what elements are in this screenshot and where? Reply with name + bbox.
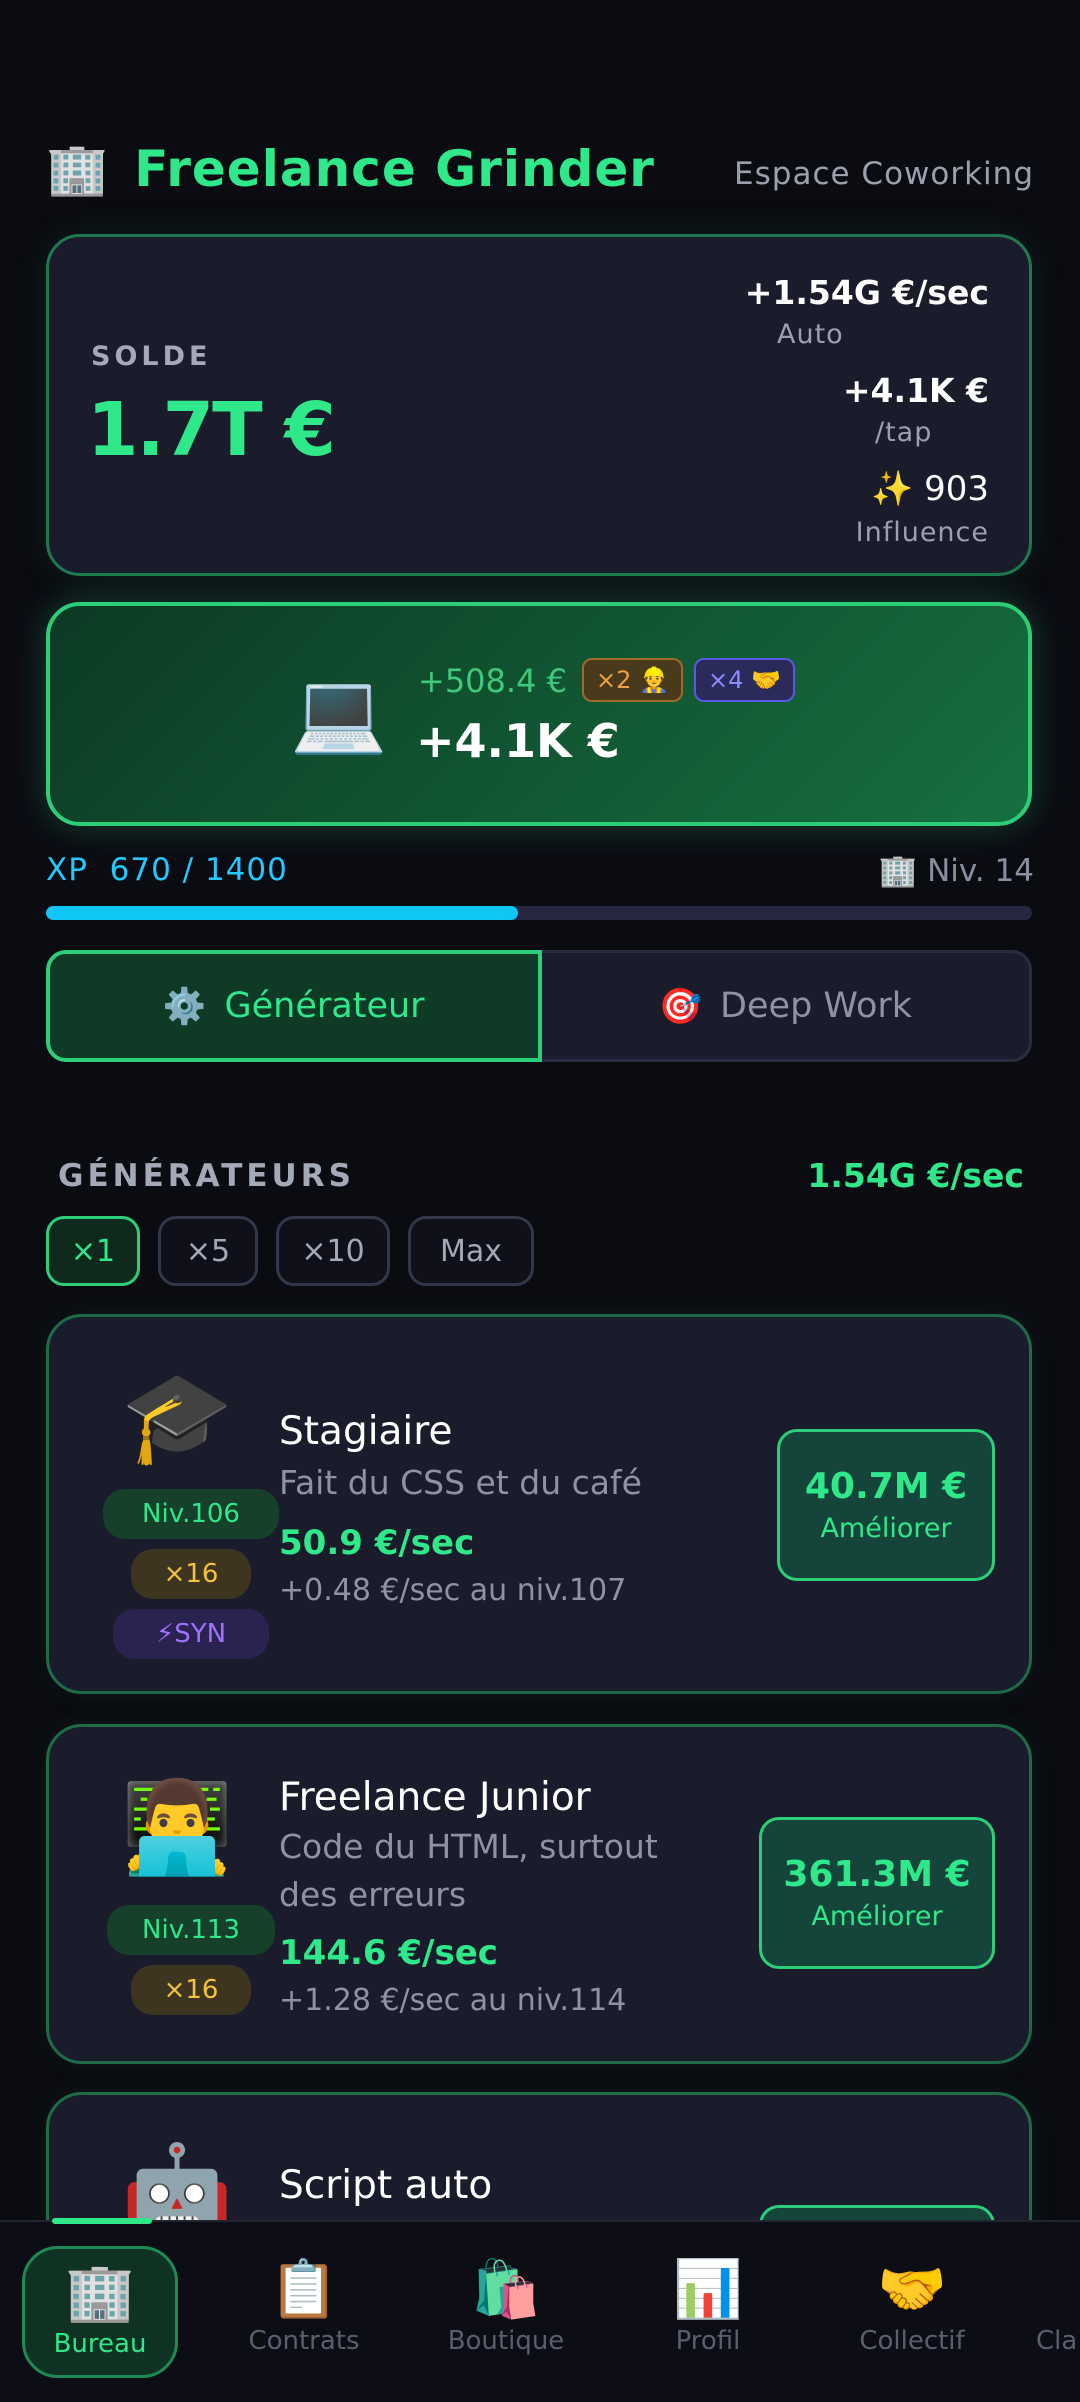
app-title: Freelance Grinder: [134, 140, 655, 198]
app-header: 🏢 Freelance Grinder: [46, 140, 655, 198]
worker-multiplier-badge: ×2 👷: [582, 658, 683, 702]
generator-name: Freelance Junior: [279, 1775, 591, 1820]
multiplier-x5-button[interactable]: ×5: [158, 1216, 258, 1286]
generator-next-level: +1.28 €/sec au niv.114: [279, 1983, 627, 2018]
multiplier-badge: ×16: [131, 1965, 251, 2015]
multiplier-x1-button[interactable]: ×1: [46, 1216, 140, 1286]
nav-item-boutique[interactable]: 🛍️ Boutique: [436, 2257, 576, 2357]
synergy-badge: ⚡SYN: [113, 1609, 269, 1659]
xp-progress-bar: [46, 906, 1032, 920]
clipboard-icon: 📋: [269, 2257, 339, 2322]
generator-description-line2: des erreurs: [279, 1875, 467, 1914]
tap-sub-value: +508.4 €: [418, 662, 567, 700]
nav-label: Contrats: [248, 2326, 360, 2356]
mode-toggle: ⚙️ Générateur 🎯 Deep Work: [46, 950, 1032, 1062]
gear-icon: ⚙️: [162, 986, 207, 1027]
generator-next-level: +0.48 €/sec au niv.107: [279, 1573, 627, 1608]
tab-generator[interactable]: ⚙️ Générateur: [46, 950, 542, 1062]
tap-value: +4.1K €: [416, 714, 620, 768]
tap-income-label: /tap: [875, 417, 933, 448]
balance-value: 1.7T €: [87, 387, 336, 473]
tab-generator-label: Générateur: [224, 986, 425, 1026]
nav-label: Bureau: [53, 2329, 147, 2359]
nav-item-classement[interactable]: Cla: [1036, 2326, 1080, 2356]
generator-card-stagiaire: 🎓 Niv.106 ×16 ⚡SYN Stagiaire Fait du CSS…: [46, 1314, 1032, 1694]
upgrade-price: 361.3M €: [783, 1854, 971, 1895]
technologist-icon: 👨‍💻: [121, 1775, 234, 1880]
shopping-bags-icon: 🛍️: [471, 2257, 541, 2322]
tab-deep-work-label: Deep Work: [720, 986, 913, 1026]
generator-description: Fait du CSS et du café: [279, 1463, 642, 1502]
generator-name: Stagiaire: [279, 1409, 453, 1454]
nav-label: Collectif: [859, 2326, 965, 2356]
buy-multiplier-group: ×1 ×5 ×10 Max: [46, 1216, 534, 1286]
tap-income-value: +4.1K €: [842, 371, 989, 410]
nav-item-profil[interactable]: 📊 Profil: [648, 2257, 768, 2357]
nav-label: Cla: [1036, 2326, 1078, 2356]
nav-item-contrats[interactable]: 📋 Contrats: [236, 2257, 372, 2357]
auto-income-value: +1.54G €/sec: [744, 273, 989, 312]
generators-total-rate: 1.54G €/sec: [807, 1156, 1024, 1195]
upgrade-label: Améliorer: [820, 1513, 952, 1544]
generator-production: 144.6 €/sec: [279, 1933, 498, 1973]
target-icon: 🎯: [658, 986, 703, 1027]
influence-value: ✨ 903: [870, 469, 989, 509]
upgrade-button[interactable]: 361.3M € Améliorer: [759, 1817, 995, 1969]
location-label[interactable]: Espace Coworking: [734, 156, 1034, 192]
nav-item-bureau[interactable]: 🏢 Bureau: [22, 2246, 178, 2378]
level-badge: Niv.106: [103, 1489, 279, 1539]
handshake-icon: 🤝: [877, 2257, 947, 2322]
office-building-icon: 🏢: [65, 2260, 135, 2325]
balance-card: SOLDE 1.7T € +1.54G €/sec Auto +4.1K € /…: [46, 234, 1032, 576]
graduation-cap-icon: 🎓: [121, 1365, 234, 1470]
generators-title: GÉNÉRATEURS: [58, 1158, 355, 1194]
multiplier-x10-button[interactable]: ×10: [276, 1216, 390, 1286]
nav-label: Boutique: [447, 2326, 565, 2356]
nav-item-collectif[interactable]: 🤝 Collectif: [842, 2257, 982, 2357]
nav-active-indicator: [52, 2218, 152, 2224]
influence-label: Influence: [855, 517, 989, 548]
upgrade-price: 40.7M €: [804, 1466, 968, 1507]
generator-name: Script auto: [279, 2163, 493, 2208]
level-label: 🏢 Niv. 14: [878, 853, 1034, 889]
multiplier-max-button[interactable]: Max: [408, 1216, 534, 1286]
generator-description-line1: Code du HTML, surtout: [279, 1827, 658, 1866]
multiplier-badge: ×16: [131, 1549, 251, 1599]
generator-production: 50.9 €/sec: [279, 1523, 475, 1563]
balance-label: SOLDE: [91, 341, 212, 372]
building-icon: 🏢: [46, 140, 109, 198]
bar-chart-icon: 📊: [673, 2257, 743, 2322]
laptop-icon: 💻: [290, 668, 388, 758]
tap-button[interactable]: 💻 +508.4 € ×2 👷 ×4 🤝 +4.1K €: [46, 602, 1032, 826]
level-badge: Niv.113: [107, 1905, 275, 1955]
generator-card-freelance-junior: 👨‍💻 Niv.113 ×16 Freelance Junior Code du…: [46, 1724, 1032, 2064]
upgrade-label: Améliorer: [811, 1901, 943, 1932]
nav-label: Profil: [675, 2326, 741, 2356]
xp-progress-fill: [46, 906, 518, 920]
auto-income-label: Auto: [777, 319, 844, 350]
xp-label: XP 670 / 1400: [46, 852, 288, 888]
handshake-multiplier-badge: ×4 🤝: [694, 658, 795, 702]
tab-deep-work[interactable]: 🎯 Deep Work: [541, 950, 1032, 1062]
upgrade-button[interactable]: 40.7M € Améliorer: [777, 1429, 995, 1581]
